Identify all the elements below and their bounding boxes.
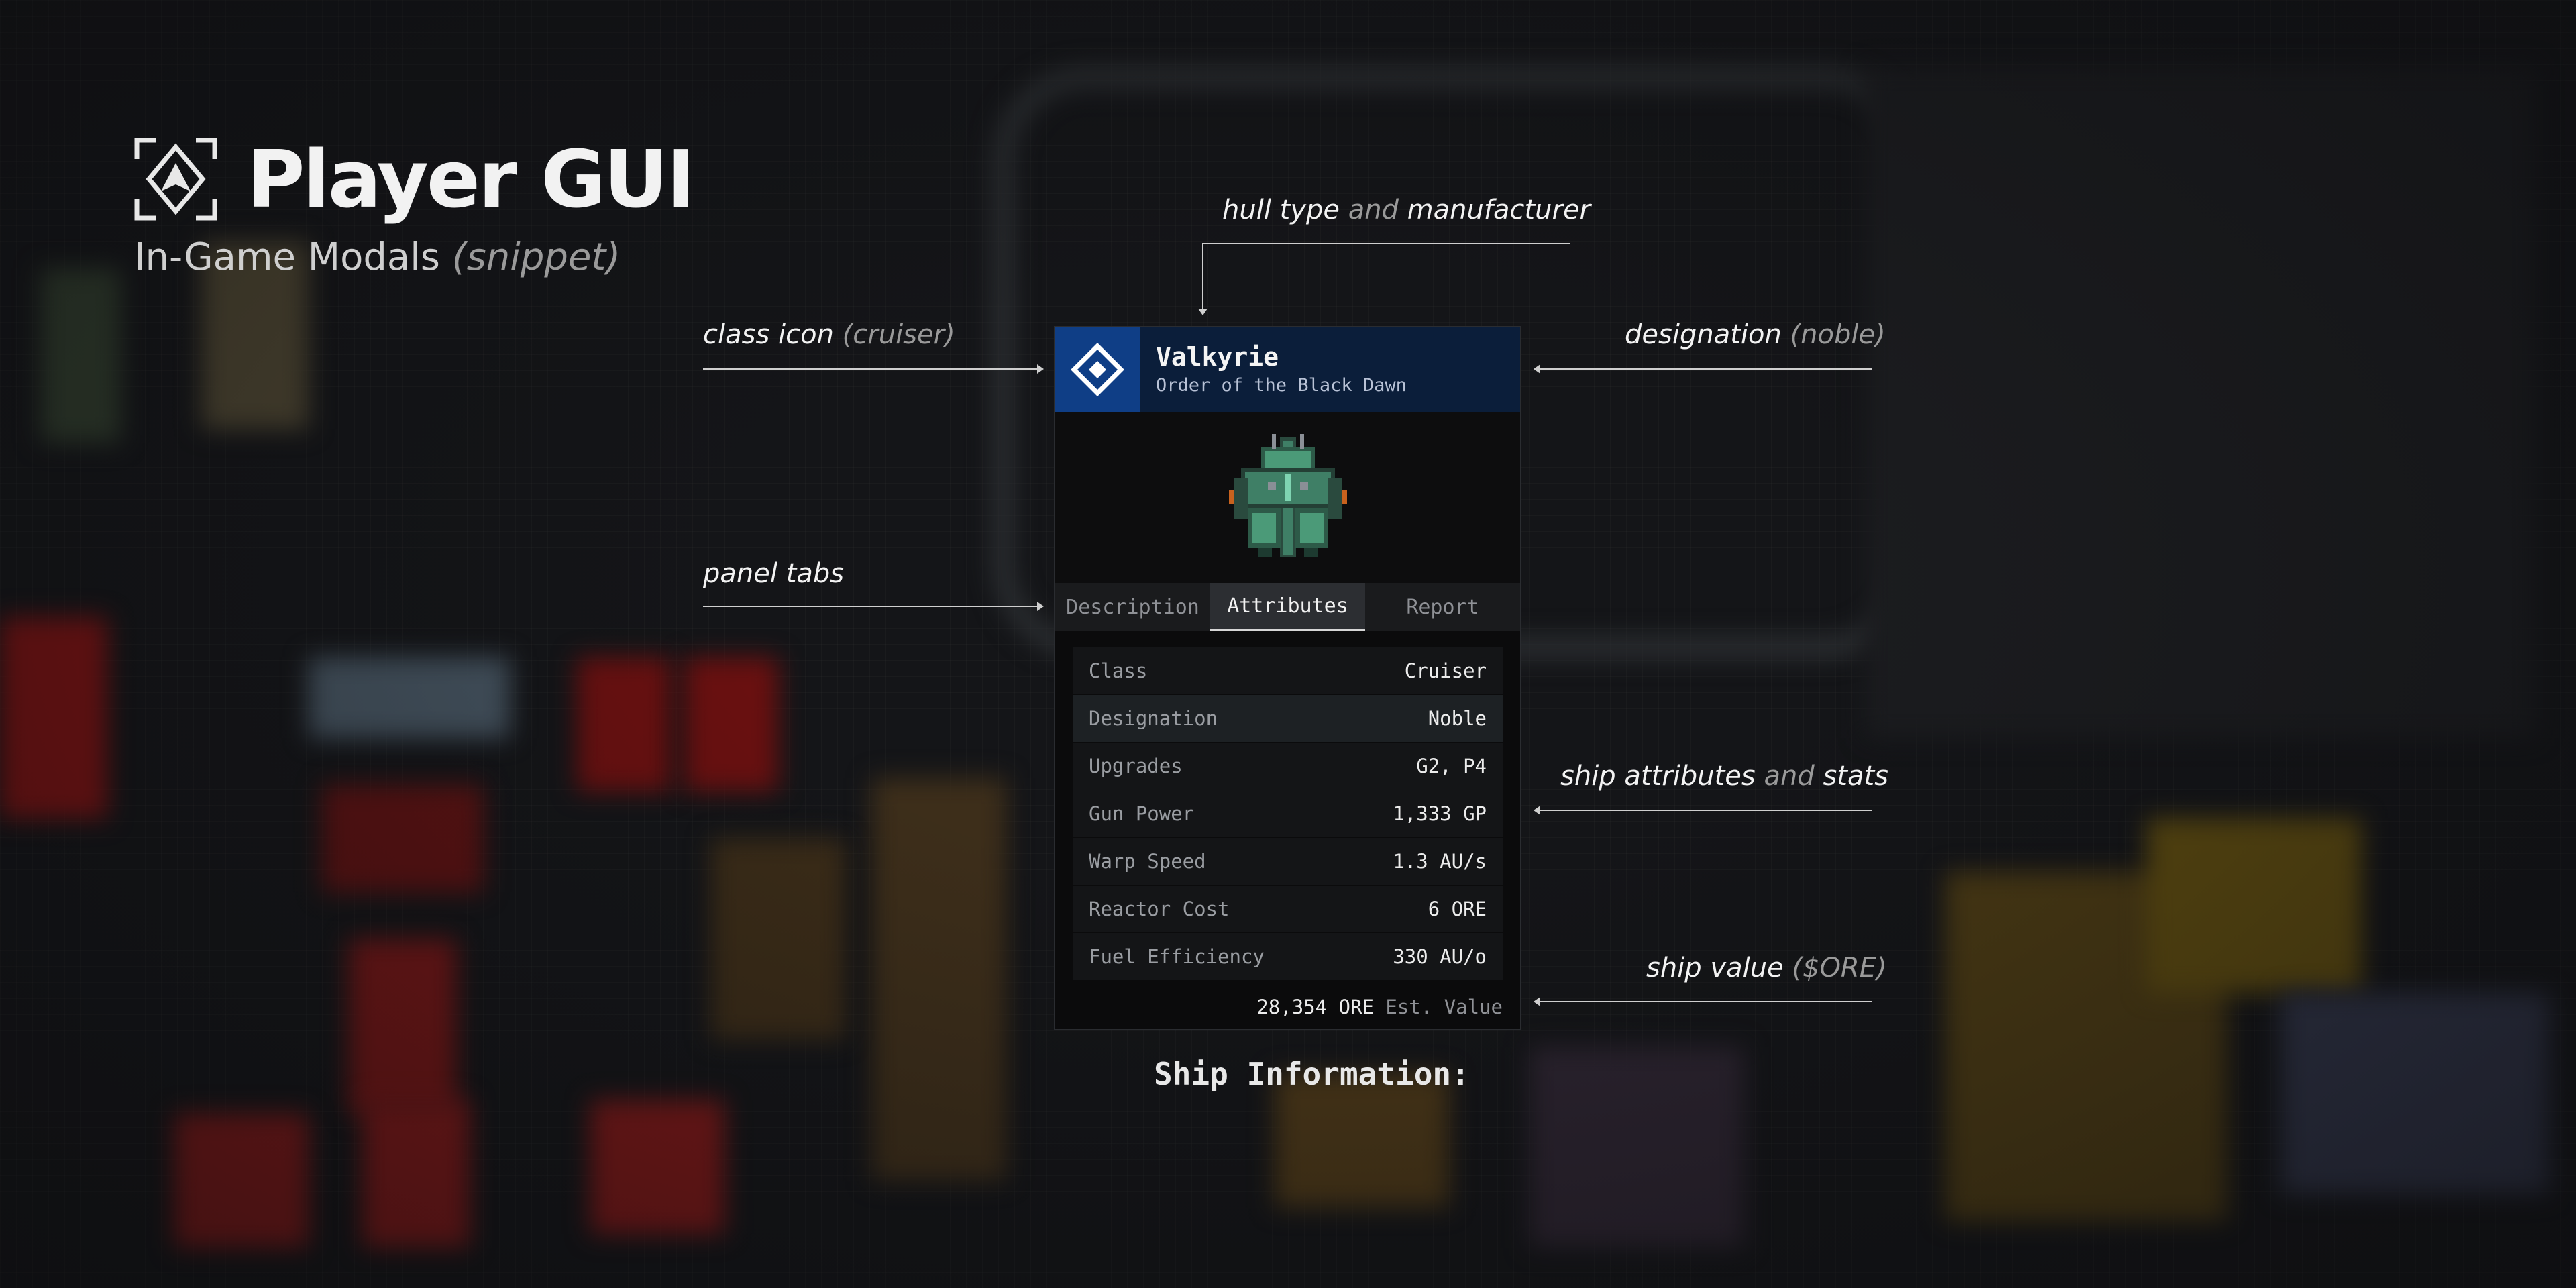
player-gui-logo-icon [134, 138, 217, 221]
page-header: Player GUI In-Game Modals (snippet) [134, 133, 696, 279]
annotation-arrow [1534, 806, 1540, 815]
ship-manufacturer: Order of the Black Dawn [1156, 375, 1407, 396]
panel-tabs: Description Attributes Report [1055, 583, 1520, 631]
annotation-line [703, 606, 1038, 607]
attribute-row-reactor-cost: Reactor Cost 6 ORE [1073, 885, 1503, 933]
annotation-ship-value: ship value ($ORE) [1646, 953, 1887, 983]
modal-caption: Ship Information: [1154, 1056, 1470, 1092]
annotation-designation: designation (noble) [1625, 319, 1886, 350]
cruiser-diamond-icon [1071, 343, 1124, 396]
annotation-line [1202, 243, 1203, 310]
annotation-arrow [1534, 997, 1540, 1006]
estimated-value-label: Est. Value [1385, 996, 1503, 1018]
tab-attributes[interactable]: Attributes [1210, 583, 1365, 631]
annotation-line [1540, 368, 1872, 370]
annotation-ship-attributes: ship attributes and stats [1560, 761, 1888, 792]
annotation-panel-tabs: panel tabs [703, 558, 845, 589]
ship-sprite [1228, 433, 1347, 557]
annotation-line [1540, 810, 1872, 811]
modal-header: Valkyrie Order of the Black Dawn [1055, 327, 1520, 412]
class-icon-badge [1055, 327, 1140, 412]
tab-report[interactable]: Report [1365, 583, 1520, 631]
ship-info-modal: Valkyrie Order of the Black Dawn Descrip… [1054, 326, 1521, 1030]
annotation-hull-type: hull type and manufacturer [1222, 195, 1591, 225]
page-subtitle: In-Game Modals (snippet) [134, 235, 621, 279]
attribute-row-designation: Designation Noble [1073, 695, 1503, 743]
attribute-row-class: Class Cruiser [1073, 647, 1503, 695]
attribute-row-fuel-efficiency: Fuel Efficiency 330 AU/o [1073, 933, 1503, 981]
annotation-class-icon: class icon (cruiser) [703, 319, 955, 350]
page-title: Player GUI [247, 133, 696, 225]
ship-name: Valkyrie [1156, 341, 1279, 372]
annotation-arrow [1037, 602, 1044, 611]
annotation-line [1540, 1001, 1872, 1002]
annotation-line [1202, 243, 1570, 244]
attribute-row-upgrades: Upgrades G2, P4 [1073, 743, 1503, 790]
annotation-arrow [1534, 364, 1540, 374]
estimated-value-amount: 28,354 ORE [1256, 996, 1374, 1018]
attribute-row-warp-speed: Warp Speed 1.3 AU/s [1073, 838, 1503, 885]
estimated-value: 28,354 ORE Est. Value [1055, 996, 1520, 1018]
annotation-arrow [1037, 364, 1044, 374]
attribute-row-gun-power: Gun Power 1,333 GP [1073, 790, 1503, 838]
annotation-arrow [1198, 309, 1208, 315]
ship-preview [1055, 412, 1520, 583]
attributes-table: Class Cruiser Designation Noble Upgrades… [1073, 647, 1503, 981]
annotation-line [703, 368, 1038, 370]
tab-description[interactable]: Description [1055, 583, 1210, 631]
